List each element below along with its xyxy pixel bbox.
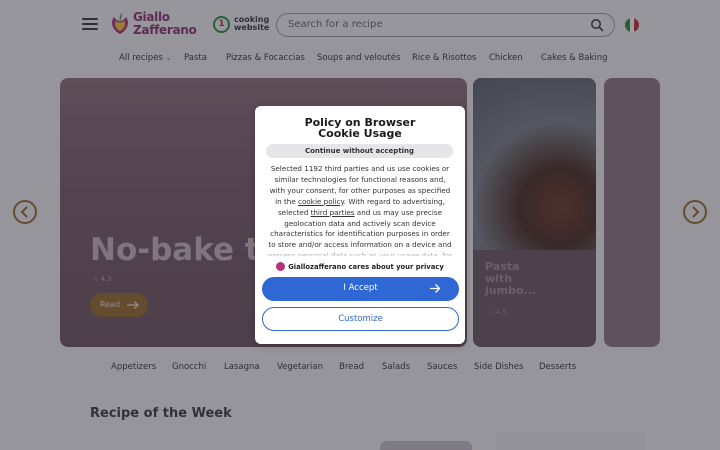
- third-parties-link[interactable]: third parties: [311, 208, 355, 217]
- cookie-dialog-body: Selected 1192 third parties and us use c…: [268, 164, 452, 256]
- accept-button[interactable]: I Accept: [262, 277, 459, 301]
- body-fade: [255, 246, 465, 260]
- cookie-policy-link[interactable]: cookie policy: [298, 197, 344, 206]
- cookie-consent-dialog: Policy on Browser Cookie Usage Continue …: [255, 106, 465, 344]
- continue-without-accepting-button[interactable]: Continue without accepting: [266, 144, 453, 158]
- cookie-dialog-title: Policy on Browser Cookie Usage: [304, 116, 416, 140]
- giallozafferano-logo-icon: [276, 262, 286, 271]
- arrow-right-icon: [430, 284, 441, 293]
- privacy-note: Giallozafferano cares about your privacy: [255, 262, 465, 271]
- customize-button[interactable]: Customize: [262, 307, 459, 331]
